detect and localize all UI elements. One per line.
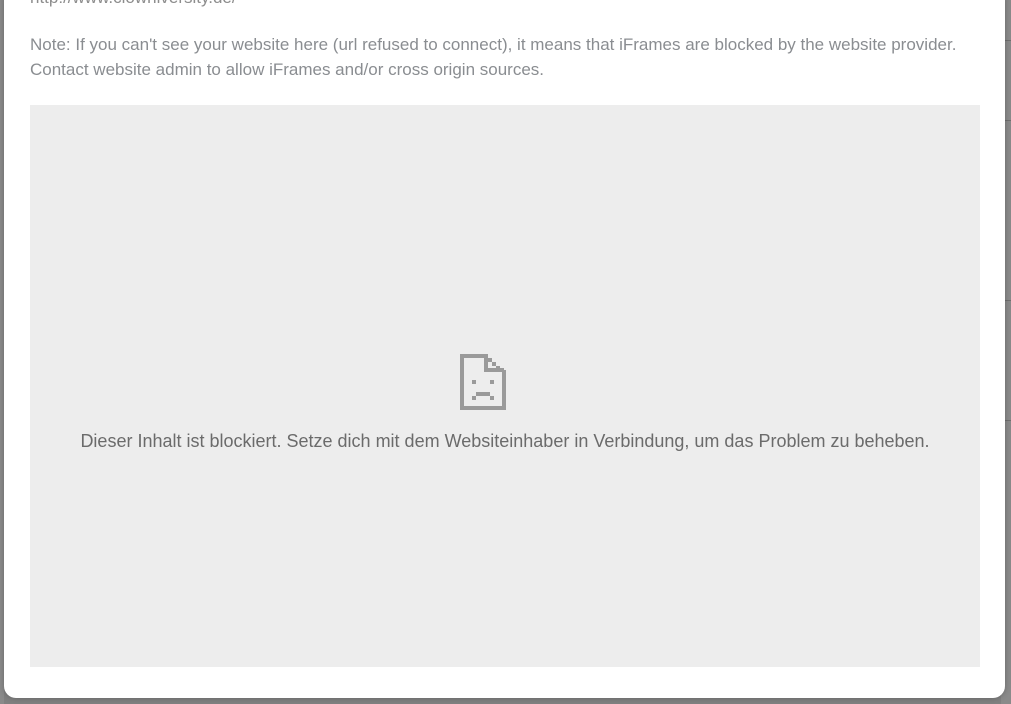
website-preview-modal: http://www.clowniversity.de/ Note: If yo… bbox=[4, 0, 1005, 698]
blocked-content-message: Dieser Inhalt ist blockiert. Setze dich … bbox=[80, 431, 930, 451]
website-url[interactable]: http://www.clowniversity.de/ bbox=[30, 0, 237, 8]
iframe-note: Note: If you can't see your website here… bbox=[30, 32, 990, 82]
iframe-note-line-1: Note: If you can't see your website here… bbox=[30, 35, 957, 54]
iframe-note-line-2: Contact website admin to allow iFrames a… bbox=[30, 60, 544, 79]
website-iframe[interactable]: Dieser Inhalt ist blockiert. Setze dich … bbox=[30, 105, 980, 667]
sad-document-icon bbox=[460, 354, 506, 410]
